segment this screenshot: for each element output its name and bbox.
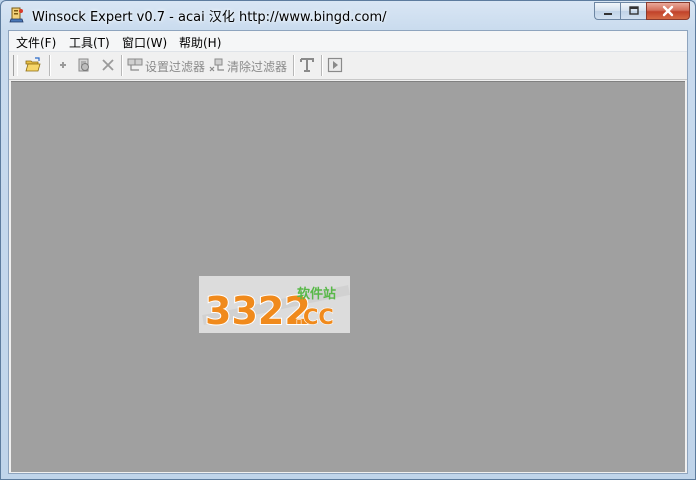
toolbar-separator — [49, 55, 51, 76]
watermark-graphic: 3322 .CC 软件站 — [202, 285, 350, 334]
window-title: Winsock Expert v0.7 - acai 汉化 http://www… — [32, 10, 387, 25]
menu-tools[interactable]: 工具(T) — [69, 34, 110, 51]
toolbar: 设置过滤器 清除过滤器 — [9, 52, 687, 80]
clear-filter-icon[interactable] — [209, 57, 225, 73]
menu-bar: 文件(F) 工具(T) 窗口(W) 帮助(H) — [9, 31, 687, 52]
set-filter-button[interactable]: 设置过滤器 — [145, 58, 205, 75]
caption-buttons — [594, 2, 690, 22]
folder-open-icon[interactable] — [25, 57, 41, 73]
toolbar-separator — [293, 55, 295, 76]
title-bar[interactable]: Winsock Expert v0.7 - acai 汉化 http://www… — [1, 1, 695, 29]
process-icon[interactable] — [76, 57, 92, 73]
set-filter-icon[interactable] — [127, 57, 143, 73]
watermark-logo: 3322 .CC 软件站 — [199, 276, 350, 334]
toolbar-separator — [121, 55, 123, 76]
close-button[interactable] — [646, 2, 690, 20]
maximize-icon — [628, 6, 639, 15]
app-window: Winsock Expert v0.7 - acai 汉化 http://www… — [0, 0, 696, 480]
menu-file[interactable]: 文件(F) — [16, 34, 56, 51]
mdi-workspace[interactable]: 3322 .CC 软件站 — [11, 81, 685, 472]
toolbar-grip[interactable] — [13, 55, 18, 76]
client-area: 文件(F) 工具(T) 窗口(W) 帮助(H) 设置过滤器 清除过滤器 3322… — [8, 30, 688, 474]
minimize-button[interactable] — [594, 2, 620, 20]
toolbar-separator — [321, 55, 323, 76]
maximize-button[interactable] — [620, 2, 646, 20]
add-icon[interactable] — [55, 57, 71, 73]
clear-filter-button[interactable]: 清除过滤器 — [227, 58, 287, 75]
watermark-domain: .CC — [295, 305, 334, 329]
minimize-icon — [603, 13, 612, 15]
play-icon[interactable] — [327, 57, 343, 73]
watermark-tagline: 软件站 — [297, 286, 336, 302]
menu-window[interactable]: 窗口(W) — [122, 34, 167, 51]
close-icon — [662, 5, 674, 17]
app-icon[interactable] — [9, 7, 25, 23]
delete-icon[interactable] — [100, 57, 116, 73]
menu-help[interactable]: 帮助(H) — [179, 34, 221, 51]
text-icon[interactable] — [299, 57, 315, 73]
